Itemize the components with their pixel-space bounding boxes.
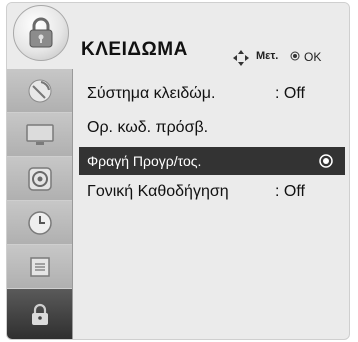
lock-menu-panel: ΚΛΕΙΔΩΜΑ Μετ. OK Σύστημα κλειδώμ.: Off … xyxy=(6,2,350,340)
menu-item-value: : Off xyxy=(275,85,305,102)
menu-item-label: Γονική Καθοδήγηση xyxy=(87,183,229,200)
ok-button-icon xyxy=(290,51,300,61)
menu-item-label: Σύστημα κλειδώμ. xyxy=(87,85,216,102)
sidebar-item-channel[interactable] xyxy=(7,69,72,113)
options-box-icon xyxy=(29,256,50,277)
sidebar-item-picture[interactable] xyxy=(7,113,72,157)
menu-item-block-program[interactable]: Φραγή Προγρ/τος. xyxy=(79,147,345,175)
menu-item-value: : Off xyxy=(275,183,305,200)
page-title: ΚΛΕΙΔΩΜΑ xyxy=(81,39,188,60)
category-sidebar xyxy=(7,69,73,339)
menu-list: Σύστημα κλειδώμ. : Off Ορ. κωδ. πρόσβ. Φ… xyxy=(73,69,349,339)
lock-icon xyxy=(13,5,69,61)
sidebar-item-audio[interactable] xyxy=(7,157,72,201)
navigate-arrows-icon xyxy=(233,50,249,66)
lock-icon xyxy=(31,303,48,325)
menu-item-set-password[interactable]: Ορ. κωδ. πρόσβ. xyxy=(73,113,349,143)
tv-screen-icon xyxy=(25,123,54,145)
sidebar-item-options[interactable] xyxy=(7,245,72,289)
menu-item-lock-system[interactable]: Σύστημα κλειδώμ. : Off xyxy=(73,79,349,109)
sidebar-item-lock[interactable] xyxy=(7,289,72,339)
menu-item-label: Φραγή Προγρ/τος. xyxy=(87,153,202,169)
radio-selected-icon xyxy=(319,154,333,168)
ok-hint-label: OK xyxy=(304,50,322,64)
move-hint-label: Μετ. xyxy=(256,50,279,62)
menu-header: ΚΛΕΙΔΩΜΑ Μετ. OK xyxy=(7,3,349,69)
sidebar-item-time[interactable] xyxy=(7,201,72,245)
speaker-icon xyxy=(27,166,52,191)
menu-item-parental-guidance[interactable]: Γονική Καθοδήγηση : Off xyxy=(73,177,349,207)
clock-icon xyxy=(27,210,52,235)
menu-item-label: Ορ. κωδ. πρόσβ. xyxy=(87,119,209,136)
satellite-dish-icon xyxy=(28,79,51,102)
